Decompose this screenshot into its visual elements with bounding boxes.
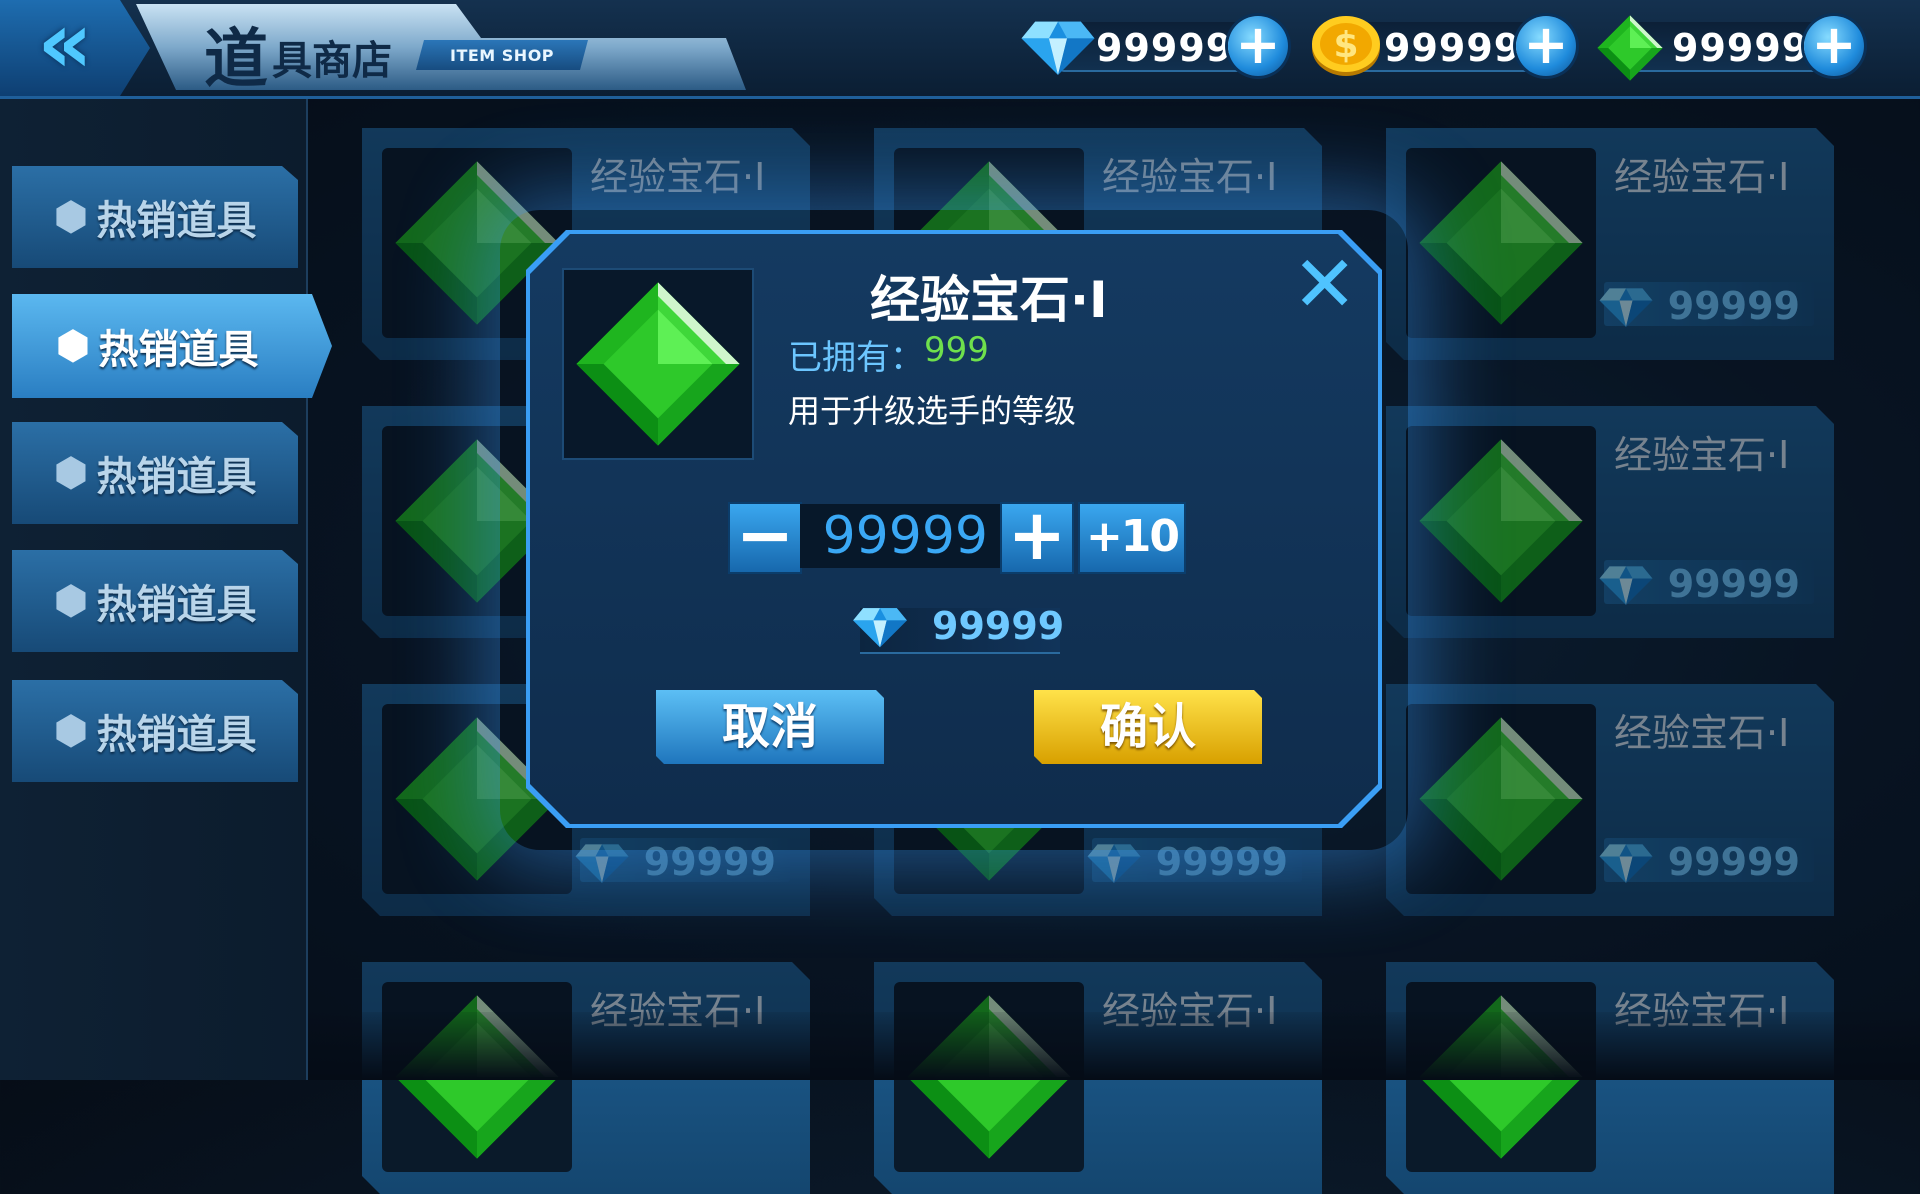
quantity-field[interactable]: 99999 xyxy=(800,504,1000,568)
diamond-icon xyxy=(1020,14,1096,78)
hexagon-icon: ⬢ xyxy=(53,450,89,496)
cancel-button[interactable]: 取消 xyxy=(656,690,884,764)
gold-coin-icon: $ xyxy=(1312,16,1380,76)
sidebar-item-hot-items-active[interactable]: ⬢ 热销道具 xyxy=(12,294,332,398)
add-ten-button[interactable]: +10 xyxy=(1078,502,1186,574)
page-title: 具商店 xyxy=(272,38,392,84)
sidebar-item-label: 热销道具 xyxy=(96,198,257,244)
sidebar-item-label: 热销道具 xyxy=(98,327,259,373)
green-gem-icon xyxy=(1596,14,1664,82)
hexagon-icon: ⬢ xyxy=(53,708,89,754)
sidebar-item-label: 热销道具 xyxy=(96,582,257,628)
back-button[interactable]: « xyxy=(0,0,150,96)
add-gem-button[interactable]: + xyxy=(1804,16,1864,76)
confirm-button[interactable]: 确认 xyxy=(1034,690,1262,764)
diamond-icon xyxy=(852,602,908,650)
hexagon-icon: ⬢ xyxy=(53,194,89,240)
dialog-item-icon-frame xyxy=(562,268,754,460)
svg-text:$: $ xyxy=(1333,25,1358,66)
quantity-value: 99999 xyxy=(822,506,988,566)
dialog-title: 经验宝石·Ⅰ xyxy=(870,271,1108,329)
sidebar-item-label: 热销道具 xyxy=(96,712,257,758)
gem-currency: 999999 + xyxy=(1596,14,1868,78)
hexagon-icon: ⬢ xyxy=(53,578,89,624)
owned-count: 999 xyxy=(924,330,989,370)
add-diamond-button[interactable]: + xyxy=(1228,16,1288,76)
sidebar-item-hot-items[interactable]: ⬢ 热销道具 xyxy=(12,422,298,524)
item-shop-tag: ITEM SHOP xyxy=(416,40,588,70)
owned-label: 已拥有： xyxy=(788,338,924,378)
gold-currency: $ 999999 + xyxy=(1308,14,1580,78)
item-description: 用于升级选手的等级 xyxy=(788,392,1077,430)
total-cost: 99999 xyxy=(932,604,1065,648)
sidebar-item-label: 热销道具 xyxy=(96,454,257,500)
close-icon[interactable]: ✕ xyxy=(1292,246,1357,324)
add-gold-button[interactable]: + xyxy=(1516,16,1576,76)
hexagon-icon: ⬢ xyxy=(55,323,91,369)
increase-quantity-button[interactable]: + xyxy=(1000,500,1074,574)
page-title-first-char: 道 xyxy=(204,23,268,97)
decrease-quantity-button[interactable]: − xyxy=(728,500,802,574)
sidebar-item-hot-items[interactable]: ⬢ 热销道具 xyxy=(12,550,298,652)
sidebar-item-hot-items[interactable]: ⬢ 热销道具 xyxy=(12,166,298,268)
double-chevron-left-icon: « xyxy=(37,0,93,93)
sidebar-item-hot-items[interactable]: ⬢ 热销道具 xyxy=(12,680,298,782)
diamond-currency: 999999 + xyxy=(1020,14,1292,78)
emerald-icon xyxy=(573,279,743,449)
